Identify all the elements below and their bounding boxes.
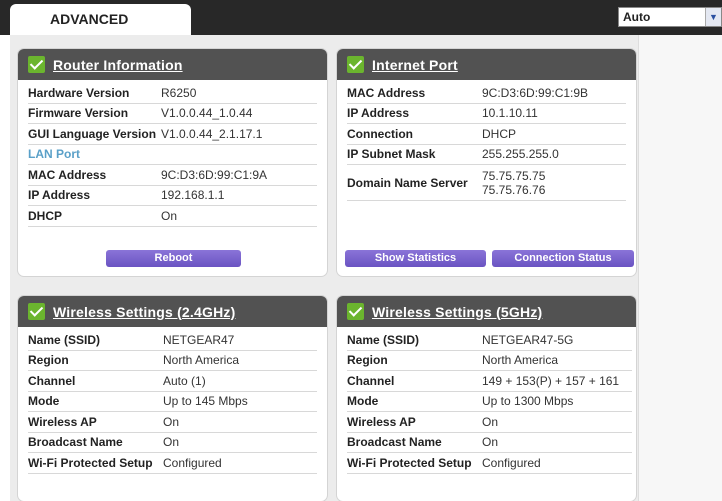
- info-row: Wireless AP On: [28, 412, 317, 433]
- info-row: Region North America: [28, 351, 317, 371]
- info-row: Name (SSID) NETGEAR47-5G: [347, 330, 632, 351]
- wireless-5ghz-panel: Wireless Settings (5GHz) Name (SSID) NETG…: [337, 296, 636, 501]
- info-row: IP Address 10.1.10.11: [347, 104, 626, 124]
- info-row: Channel Auto (1): [28, 371, 317, 392]
- lan-port-heading: LAN Port: [28, 145, 317, 165]
- info-row: IP Subnet Mask 255.255.255.0: [347, 145, 626, 165]
- dns-secondary: 75.75.76.76: [482, 182, 546, 197]
- show-statistics-button[interactable]: Show Statistics: [345, 250, 486, 267]
- check-icon: [347, 56, 364, 73]
- info-row: Region North America: [347, 351, 632, 371]
- panel-header: Wireless Settings (5GHz): [337, 296, 636, 327]
- internet-port-title[interactable]: Internet Port: [372, 57, 458, 73]
- top-bar: ADVANCED Auto ▼: [0, 0, 722, 35]
- main-content: Router Information Hardware Version R6250…: [10, 35, 638, 501]
- info-row: Name (SSID) NETGEAR47: [28, 330, 317, 351]
- check-icon: [28, 56, 45, 73]
- info-row: Wireless AP On: [347, 412, 632, 433]
- info-row: Channel 149 + 153(P) + 157 + 161: [347, 371, 632, 392]
- check-icon: [28, 303, 45, 320]
- info-row: IP Address 192.168.1.1: [28, 186, 317, 206]
- connection-status-button[interactable]: Connection Status: [492, 250, 634, 267]
- panel-header: Internet Port: [337, 49, 636, 80]
- dns-primary: 75.75.75.75: [482, 168, 546, 183]
- info-row: GUI Language Version V1.0.0.44_2.1.17.1: [28, 124, 317, 145]
- router-information-title[interactable]: Router Information: [53, 57, 183, 73]
- right-blank-area: [638, 35, 722, 501]
- panel-header: Router Information: [18, 49, 327, 80]
- chevron-down-icon[interactable]: ▼: [705, 8, 721, 26]
- info-row: Wi-Fi Protected Setup Configured: [347, 453, 632, 474]
- info-row: Hardware Version R6250: [28, 83, 317, 104]
- info-row: Wi-Fi Protected Setup Configured: [28, 453, 317, 474]
- tab-advanced[interactable]: ADVANCED: [10, 4, 191, 35]
- info-row: Mode Up to 145 Mbps: [28, 392, 317, 412]
- wireless-24ghz-panel: Wireless Settings (2.4GHz) Name (SSID) NE…: [18, 296, 327, 501]
- language-select[interactable]: Auto ▼: [618, 7, 722, 27]
- info-row: Firmware Version V1.0.0.44_1.0.44: [28, 104, 317, 124]
- info-row: Broadcast Name On: [28, 433, 317, 453]
- info-row: DHCP On: [28, 206, 317, 227]
- language-select-value: Auto: [623, 10, 651, 24]
- reboot-button[interactable]: Reboot: [106, 250, 241, 267]
- wireless-24ghz-title[interactable]: Wireless Settings (2.4GHz): [53, 304, 235, 320]
- info-row: Mode Up to 1300 Mbps: [347, 392, 632, 412]
- router-information-panel: Router Information Hardware Version R6250…: [18, 49, 327, 276]
- panel-header: Wireless Settings (2.4GHz): [18, 296, 327, 327]
- wireless-5ghz-title[interactable]: Wireless Settings (5GHz): [372, 304, 542, 320]
- internet-port-panel: Internet Port MAC Address 9C:D3:6D:99:C1:…: [337, 49, 636, 276]
- check-icon: [347, 303, 364, 320]
- info-row: Connection DHCP: [347, 124, 626, 145]
- info-row: MAC Address 9C:D3:6D:99:C1:9B: [347, 83, 626, 104]
- dns-row: Domain Name Server 75.75.75.75 75.75.76.7…: [347, 165, 626, 201]
- info-row: Broadcast Name On: [347, 433, 632, 453]
- info-row: MAC Address 9C:D3:6D:99:C1:9A: [28, 165, 317, 186]
